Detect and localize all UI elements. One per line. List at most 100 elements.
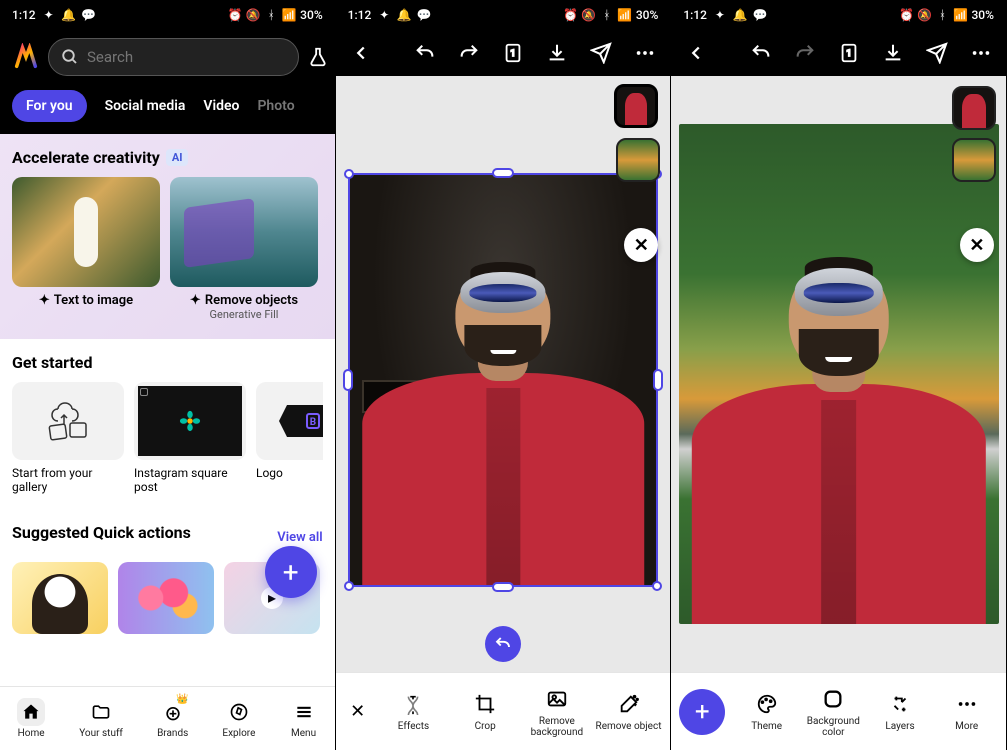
search-input[interactable]	[48, 38, 299, 76]
search-field[interactable]	[87, 48, 286, 66]
download-button[interactable]	[880, 40, 906, 66]
home-icon	[17, 698, 45, 726]
tb-remove-object[interactable]: Remove object	[595, 691, 663, 732]
nav-brands[interactable]: 👑 Brands	[157, 698, 188, 739]
explore-icon	[225, 698, 253, 726]
tb-effects[interactable]: Effects	[380, 691, 448, 732]
pages-button[interactable]: 1	[836, 40, 862, 66]
card-text-to-image[interactable]: ✦Text to image	[12, 177, 160, 321]
layer-thumb-landscape[interactable]	[952, 138, 996, 182]
instagram-thumb	[134, 382, 246, 460]
undo-button[interactable]	[412, 40, 438, 66]
close-layer-button[interactable]: ✕	[960, 228, 994, 262]
handle-left[interactable]	[343, 369, 353, 391]
app-header	[0, 30, 335, 84]
layer-thumb-person[interactable]	[614, 84, 658, 128]
pages-icon: 1	[502, 42, 524, 64]
selection-frame[interactable]	[348, 173, 658, 587]
layer-thumb-landscape[interactable]	[616, 138, 660, 182]
add-button[interactable]: +	[679, 689, 725, 735]
handle-tl[interactable]	[344, 169, 354, 179]
handle-bottom[interactable]	[492, 582, 514, 592]
more-button[interactable]	[968, 40, 994, 66]
upload-gallery-icon	[44, 401, 92, 441]
fab-add-button[interactable]: +	[265, 546, 317, 598]
back-button[interactable]	[348, 40, 374, 66]
canvas-undo-button[interactable]	[485, 626, 521, 662]
bg-color-icon	[820, 686, 846, 712]
download-button[interactable]	[544, 40, 570, 66]
handle-top[interactable]	[492, 168, 514, 178]
tab-for-you[interactable]: For you	[12, 90, 87, 122]
canvas-area[interactable]: ✕	[671, 76, 1006, 672]
canvas[interactable]	[350, 175, 656, 585]
back-button[interactable]	[683, 40, 709, 66]
edit-toolbar: ✕ Effects Crop Remove background Remove …	[336, 672, 671, 750]
tab-social-media[interactable]: Social media	[105, 98, 186, 114]
nav-home[interactable]: Home	[17, 698, 45, 739]
tab-photo[interactable]: Photo	[257, 98, 294, 114]
tb-theme[interactable]: Theme	[735, 691, 798, 732]
nav-menu[interactable]: Menu	[290, 698, 318, 739]
card-remove-objects[interactable]: ✦Remove objects Generative Fill	[170, 177, 318, 321]
nav-explore[interactable]: Explore	[222, 698, 255, 739]
app-logo-icon[interactable]	[12, 42, 40, 72]
battery-text: 30%	[300, 8, 322, 22]
layers-icon	[887, 691, 913, 717]
share-button[interactable]	[924, 40, 950, 66]
home-body: Accelerate creativity AI ✦Text to image …	[0, 134, 335, 686]
handle-bl[interactable]	[344, 581, 354, 591]
send-icon	[926, 42, 948, 64]
card-logo[interactable]: B Logo	[256, 382, 323, 495]
card-start-gallery[interactable]: Start from your gallery	[12, 382, 124, 495]
pages-button[interactable]: 1	[500, 40, 526, 66]
more-button[interactable]	[632, 40, 658, 66]
status-bar: 1:12✦🔔💬 ⏰🔕ᚼ📶30%	[336, 0, 671, 30]
labs-button[interactable]	[307, 43, 329, 71]
card-instagram-post[interactable]: Instagram square post	[134, 382, 246, 495]
gallery-thumb	[12, 382, 124, 460]
sparkle-icon: ✦	[190, 293, 201, 308]
share-button[interactable]	[588, 40, 614, 66]
logo-thumb: B	[256, 382, 323, 460]
editor-toolbar-top: 1	[336, 30, 671, 76]
nav-your-stuff[interactable]: Your stuff	[79, 698, 123, 739]
network-icon: 📶	[282, 8, 296, 22]
undo-button[interactable]	[748, 40, 774, 66]
view-all-link[interactable]: View all	[277, 530, 322, 545]
download-icon	[882, 42, 904, 64]
accelerate-title: Accelerate creativity	[12, 148, 160, 167]
toolbar-close[interactable]: ✕	[344, 698, 372, 726]
tb-bg-color[interactable]: Background color	[802, 686, 865, 738]
sqa-title: Suggested Quick actions	[12, 523, 191, 542]
tb-more[interactable]: More	[935, 691, 998, 732]
tb-crop[interactable]: Crop	[451, 691, 519, 732]
undo-icon	[414, 42, 436, 64]
bell-icon: 🔔	[62, 8, 76, 22]
tab-video[interactable]: Video	[203, 98, 239, 114]
more-horizontal-icon	[634, 42, 656, 64]
edit-toolbar: + Theme Background color Layers More	[671, 672, 1006, 750]
get-started-section: Get started Start from your gallery	[0, 339, 335, 509]
tb-layers[interactable]: Layers	[869, 691, 932, 732]
tb-remove-bg[interactable]: Remove background	[523, 686, 591, 738]
sqa-card-1[interactable]	[12, 562, 108, 634]
chevron-left-icon	[685, 42, 707, 64]
svg-text:B: B	[310, 417, 316, 428]
redo-button[interactable]	[456, 40, 482, 66]
canvas-area[interactable]: ✕	[336, 76, 671, 672]
get-started-title: Get started	[12, 353, 323, 372]
sqa-card-2[interactable]	[118, 562, 214, 634]
layer-thumb-person[interactable]	[952, 86, 996, 130]
handle-right[interactable]	[653, 369, 663, 391]
pages-icon: 1	[838, 42, 860, 64]
more-icon	[954, 691, 980, 717]
handle-br[interactable]	[652, 581, 662, 591]
photo-layer[interactable]	[679, 124, 999, 624]
remove-object-icon	[616, 691, 642, 717]
redo-button[interactable]	[792, 40, 818, 66]
logo-shape-icon: B	[277, 399, 323, 443]
svg-text:1: 1	[846, 49, 851, 59]
canvas[interactable]	[679, 124, 999, 624]
send-icon	[590, 42, 612, 64]
